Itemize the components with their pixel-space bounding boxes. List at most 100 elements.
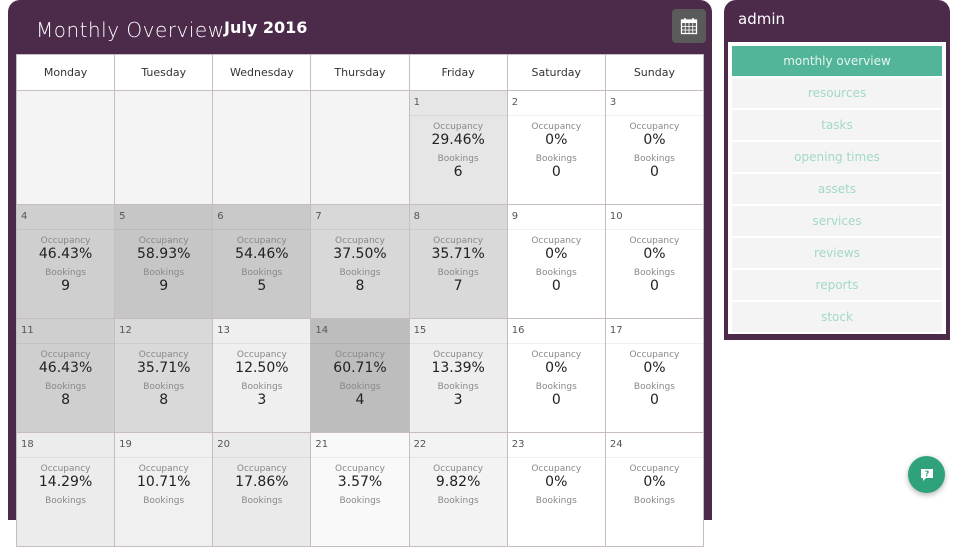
bookings-value: 0 <box>649 392 659 408</box>
weekday-header: Sunday <box>604 54 705 91</box>
bookings-label: Bookings <box>339 268 381 278</box>
day-cell[interactable]: 4 Occupancy 46.43% Bookings 9 <box>15 204 116 319</box>
occupancy-label: Occupancy <box>335 236 385 246</box>
occupancy-label: Occupancy <box>40 464 91 474</box>
day-cell[interactable]: 8 Occupancy 35.71% Bookings 7 <box>408 204 508 319</box>
day-cell[interactable]: 21 Occupancy 3.57% Bookings <box>310 432 410 547</box>
day-stats: Occupancy 54.46% Bookings 5 <box>213 230 310 294</box>
bookings-value: 8 <box>61 392 71 408</box>
day-number: 20 <box>213 433 311 458</box>
weekday-header-row: Monday Tuesday Wednesday Thursday Friday… <box>15 54 705 91</box>
bookings-label: Bookings <box>45 496 87 506</box>
help-button[interactable]: ? <box>908 456 945 493</box>
bookings-label: Bookings <box>437 382 479 392</box>
calendar-week-row: 1 Occupancy 29.46% Bookings 6 2 Occupanc… <box>15 90 705 205</box>
day-stats: Occupancy 0% Bookings 0 <box>508 230 605 294</box>
day-number: 11 <box>17 319 115 344</box>
day-number: 18 <box>17 433 115 458</box>
day-number: 10 <box>605 205 703 230</box>
sidebar-item-reviews[interactable]: reviews <box>732 238 942 270</box>
day-cell[interactable]: 22 Occupancy 9.82% Bookings <box>408 432 508 547</box>
sidebar-item-tasks[interactable]: tasks <box>732 110 942 142</box>
day-cell[interactable]: 12 Occupancy 35.71% Bookings 8 <box>114 318 214 433</box>
occupancy-value: 13.39% <box>431 360 485 376</box>
day-stats: Occupancy 0% Bookings 0 <box>508 116 605 180</box>
day-cell[interactable]: 15 Occupancy 13.39% Bookings 3 <box>408 318 508 433</box>
day-cell[interactable]: 10 Occupancy 0% Bookings 0 <box>604 204 705 319</box>
occupancy-label: Occupancy <box>433 122 484 132</box>
bookings-label: Bookings <box>535 268 577 278</box>
sidebar-item-services[interactable]: services <box>732 206 942 238</box>
day-cell[interactable]: 6 Occupancy 54.46% Bookings 5 <box>212 204 312 319</box>
sidebar-item-resources[interactable]: resources <box>732 78 942 110</box>
day-cell[interactable]: 14 Occupancy 60.71% Bookings 4 <box>310 318 410 433</box>
sidebar-item-monthly-overview[interactable]: monthly overview <box>732 46 942 78</box>
bookings-label: Bookings <box>535 382 577 392</box>
sidebar-item-assets[interactable]: assets <box>732 174 942 206</box>
bookings-label: Bookings <box>339 496 381 506</box>
occupancy-value: 3.57% <box>337 474 383 490</box>
bookings-label: Bookings <box>241 496 283 506</box>
occupancy-value: 14.29% <box>38 474 93 490</box>
day-cell[interactable]: 18 Occupancy 14.29% Bookings <box>15 432 116 547</box>
day-stats: Occupancy 46.43% Bookings 8 <box>17 344 114 408</box>
occupancy-value: 0% <box>643 360 666 376</box>
calendar-grid: Monday Tuesday Wednesday Thursday Friday… <box>15 54 705 547</box>
occupancy-value: 10.71% <box>137 474 191 490</box>
occupancy-label: Occupancy <box>433 350 484 360</box>
bookings-value: 0 <box>649 278 659 294</box>
svg-text:?: ? <box>924 469 929 478</box>
day-stats: Occupancy 9.82% Bookings <box>410 458 507 506</box>
calendar-picker-button[interactable] <box>672 9 706 43</box>
day-cell[interactable]: 3 Occupancy 0% Bookings 0 <box>604 90 705 205</box>
bookings-label: Bookings <box>143 496 185 506</box>
day-cell[interactable]: 17 Occupancy 0% Bookings 0 <box>604 318 705 433</box>
bookings-label: Bookings <box>143 382 185 392</box>
occupancy-label: Occupancy <box>629 350 680 360</box>
day-cell[interactable]: 2 Occupancy 0% Bookings 0 <box>506 90 606 205</box>
day-cell[interactable]: 23 Occupancy 0% Bookings <box>506 432 606 547</box>
occupancy-value: 35.71% <box>137 360 191 376</box>
day-stats: Occupancy 37.50% Bookings 8 <box>311 230 408 294</box>
day-cell[interactable]: 24 Occupancy 0% Bookings <box>604 432 705 547</box>
occupancy-label: Occupancy <box>40 350 91 360</box>
occupancy-value: 0% <box>545 132 568 148</box>
bookings-value: 0 <box>649 164 659 180</box>
day-stats: Occupancy 0% Bookings 0 <box>606 230 703 294</box>
day-cell[interactable]: 1 Occupancy 29.46% Bookings 6 <box>408 90 508 205</box>
calendar-body: 1 Occupancy 29.46% Bookings 6 2 Occupanc… <box>15 90 705 547</box>
day-cell[interactable]: 7 Occupancy 37.50% Bookings 8 <box>310 204 410 319</box>
day-cell[interactable]: 5 Occupancy 58.93% Bookings 9 <box>114 204 214 319</box>
day-stats: Occupancy 0% Bookings 0 <box>606 344 703 408</box>
bookings-value: 3 <box>257 392 267 408</box>
day-number: 22 <box>409 433 507 458</box>
occupancy-value: 0% <box>643 246 666 262</box>
occupancy-label: Occupancy <box>40 236 91 246</box>
day-number: 12 <box>115 319 213 344</box>
day-cell[interactable]: 16 Occupancy 0% Bookings 0 <box>506 318 606 433</box>
day-stats: Occupancy 46.43% Bookings 9 <box>17 230 114 294</box>
day-cell[interactable]: 20 Occupancy 17.86% Bookings <box>212 432 312 547</box>
day-number: 16 <box>507 319 605 344</box>
day-number: 13 <box>213 319 311 344</box>
occupancy-label: Occupancy <box>629 122 680 132</box>
occupancy-value: 46.43% <box>38 246 93 262</box>
sidebar-item-opening-times[interactable]: opening times <box>732 142 942 174</box>
day-cell[interactable]: 11 Occupancy 46.43% Bookings 8 <box>15 318 116 433</box>
occupancy-label: Occupancy <box>335 350 385 360</box>
day-number: 23 <box>507 433 605 458</box>
occupancy-value: 0% <box>643 132 666 148</box>
day-cell[interactable]: 9 Occupancy 0% Bookings 0 <box>506 204 606 319</box>
sidebar-item-reports[interactable]: reports <box>732 270 942 302</box>
weekday-header: Monday <box>15 54 116 91</box>
sidebar-item-stock[interactable]: stock <box>732 302 942 334</box>
day-number: 6 <box>213 205 311 230</box>
day-cell[interactable]: 19 Occupancy 10.71% Bookings <box>114 432 214 547</box>
bookings-value: 7 <box>453 278 463 294</box>
calendar-week-row: 18 Occupancy 14.29% Bookings 19 Occupanc… <box>15 432 705 547</box>
occupancy-label: Occupancy <box>138 350 189 360</box>
day-cell[interactable]: 13 Occupancy 12.50% Bookings 3 <box>212 318 312 433</box>
occupancy-label: Occupancy <box>433 464 484 474</box>
weekday-header: Saturday <box>506 54 606 91</box>
weekday-header: Tuesday <box>114 54 214 91</box>
